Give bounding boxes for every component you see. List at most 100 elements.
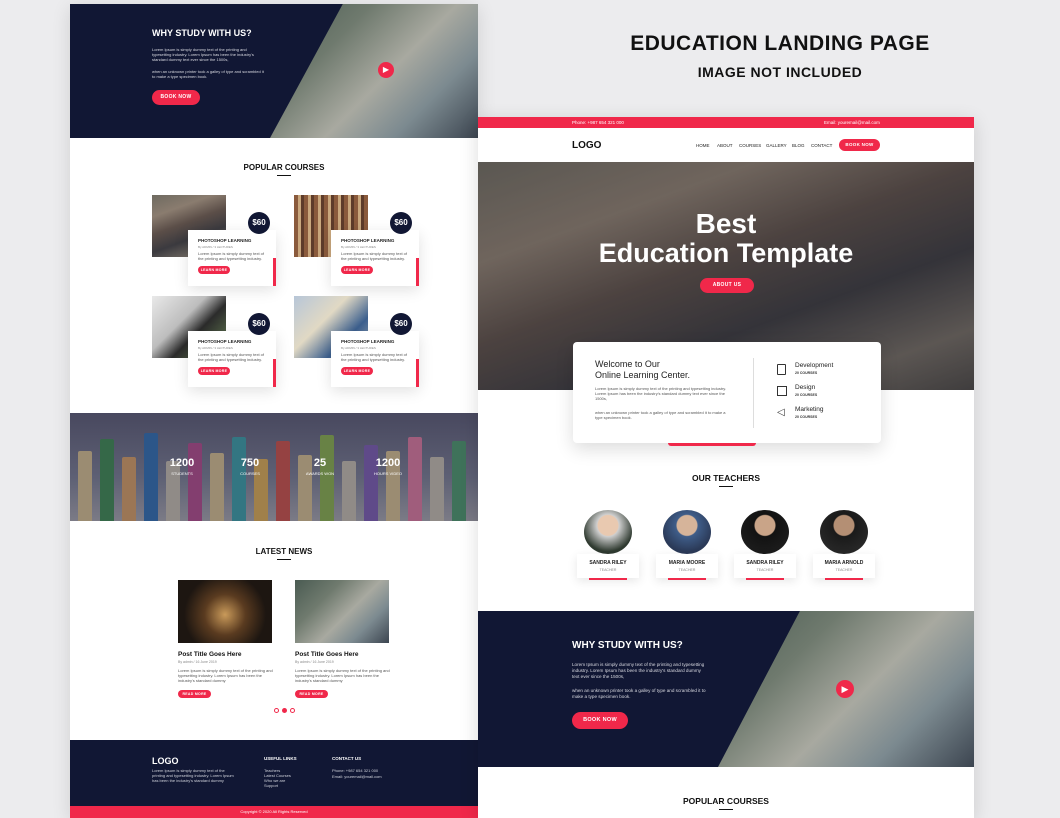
category-design[interactable]: Design 20 COURSES — [777, 384, 857, 400]
course-desc: Lorem Ipsum is simply dummy text of the … — [341, 352, 408, 362]
teacher-name: SANDRA RILEY — [746, 560, 784, 566]
welcome-title-1: Welcome to Our — [595, 359, 660, 369]
category-name: Marketing — [795, 406, 824, 413]
title-underline — [277, 559, 291, 560]
book-now-button[interactable]: BOOK NOW — [152, 90, 200, 105]
showcase-title: EDUCATION LANDING PAGE — [630, 32, 930, 55]
footer-logo: LOGO — [152, 756, 179, 766]
avatar — [741, 510, 789, 554]
footer-email[interactable]: Email: youremail@mail.com — [332, 774, 382, 779]
nav-item-blog[interactable]: BLOG — [792, 143, 805, 148]
avatar — [584, 510, 632, 554]
teacher-name: SANDRA RILEY — [589, 560, 627, 566]
news-card[interactable]: Post Title Goes Here By admin / 16 June … — [178, 580, 274, 683]
carousel-dot[interactable] — [290, 708, 295, 713]
learn-more-button[interactable]: LEARN MORE — [198, 266, 230, 274]
footer-about: Lorem Ipsum is simply dummy text of the … — [152, 768, 234, 783]
welcome-card: Welcome to Our Online Learning Center. L… — [573, 342, 881, 443]
nav-logo[interactable]: LOGO — [572, 140, 601, 151]
stat-label: STUDENTS — [171, 471, 193, 476]
course-card[interactable]: PHOTOSHOP LEARNING By ADMIN / 3 LECTURES… — [188, 331, 276, 387]
teacher-role: TEACHER — [756, 568, 774, 572]
learn-more-button[interactable]: LEARN MORE — [341, 367, 373, 375]
teacher-card[interactable]: SANDRA RILEY TEACHER — [577, 554, 639, 578]
footer-links-title: USEFUL LINKS — [264, 756, 297, 761]
title-underline — [277, 175, 291, 176]
course-name: PHOTOSHOP LEARNING — [341, 238, 395, 243]
right-page: Phone: +987 654 321 000 Email: youremail… — [478, 117, 974, 818]
teacher-role: TEACHER — [599, 568, 617, 572]
card-accent — [416, 258, 419, 286]
top-bar-phone: Phone: +987 654 321 000 — [572, 120, 624, 125]
course-meta: By ADMIN / 3 LECTURES — [198, 245, 233, 249]
nav-item-gallery[interactable]: GALLERY — [766, 143, 787, 148]
image-icon — [777, 386, 787, 396]
course-desc: Lorem Ipsum is simply dummy text of the … — [198, 352, 265, 362]
course-card[interactable]: PHOTOSHOP LEARNING By ADMIN / 3 LECTURES… — [331, 230, 419, 286]
welcome-text-2: when an unknown printer took a galley of… — [595, 410, 726, 420]
showcase-subtitle: IMAGE NOT INCLUDED — [697, 64, 863, 80]
read-more-button[interactable]: READ MORE — [178, 690, 211, 698]
stat-label: HOURS VIDEO — [373, 471, 402, 476]
course-desc: Lorem Ipsum is simply dummy text of the … — [198, 251, 265, 261]
about-us-button[interactable]: ABOUT US — [700, 278, 754, 293]
our-teachers-title: OUR TEACHERS — [691, 473, 760, 483]
avatar — [820, 510, 868, 554]
title-underline — [719, 486, 733, 487]
nav-item-courses[interactable]: COURSES — [739, 143, 761, 148]
teacher-card[interactable]: MARIA MOORE TEACHER — [656, 554, 718, 578]
learn-more-button[interactable]: LEARN MORE — [198, 367, 230, 375]
carousel-dot-active[interactable] — [282, 708, 287, 713]
news-card[interactable]: Post Title Goes Here By admin / 16 June … — [295, 580, 391, 683]
news-meta: By admin / 16 June 2019 — [178, 660, 217, 664]
course-name: PHOTOSHOP LEARNING — [198, 339, 252, 344]
footer-link[interactable]: Support — [264, 783, 278, 788]
nav-item-contact[interactable]: CONTACT — [811, 143, 832, 148]
document-icon — [777, 364, 786, 375]
top-bar: Phone: +987 654 321 000 Email: youremail… — [478, 117, 974, 128]
course-name: PHOTOSHOP LEARNING — [341, 339, 395, 344]
category-count: 20 COURSES — [795, 393, 818, 397]
play-button[interactable]: ▶ — [836, 680, 854, 698]
why-study-title: WHY STUDY WITH US? — [572, 640, 683, 651]
copyright-bar: Copyright © 2020 All Rights Reserved — [70, 806, 478, 818]
stats-section: 1200 STUDENTS 750 COURSES 25 AWARDS WON … — [70, 413, 478, 521]
book-now-button[interactable]: BOOK NOW — [572, 712, 628, 729]
stat-value: 750 — [240, 457, 260, 469]
stat-label: AWARDS WON — [305, 471, 335, 476]
nav-item-home[interactable]: HOME — [696, 143, 710, 148]
card-accent — [273, 258, 276, 286]
course-card[interactable]: PHOTOSHOP LEARNING By ADMIN / 3 LECTURES… — [188, 230, 276, 286]
stat-value: 1200 — [375, 457, 401, 469]
teacher-accent — [825, 578, 863, 580]
carousel-dot[interactable] — [274, 708, 279, 713]
course-meta: By ADMIN / 3 LECTURES — [198, 346, 233, 350]
why-study-title: WHY STUDY WITH US? — [152, 28, 252, 38]
category-marketing[interactable]: ◁ Marketing 20 COURSES — [777, 406, 857, 422]
title-underline — [719, 809, 733, 810]
play-button[interactable]: ▶ — [378, 62, 394, 78]
welcome-text-1: Lorem Ipsum is simply dummy text of the … — [595, 386, 727, 401]
stat-awards: 25 AWARDS WON — [300, 457, 340, 476]
top-bar-email[interactable]: Email: youremail@mail.com — [824, 120, 880, 125]
teacher-card[interactable]: SANDRA RILEY TEACHER — [734, 554, 796, 578]
welcome-divider — [753, 358, 754, 428]
category-development[interactable]: Development 20 COURSES — [777, 362, 857, 378]
nav-book-now-button[interactable]: BOOK NOW — [839, 139, 880, 151]
popular-courses-title: POPULAR COURSES — [683, 796, 769, 806]
teacher-role: TEACHER — [678, 568, 696, 572]
read-more-button[interactable]: READ MORE — [295, 690, 328, 698]
stat-hours: 1200 HOURS VIDEO — [368, 457, 408, 476]
news-title: Post Title Goes Here — [295, 651, 359, 658]
teacher-card[interactable]: MARIA ARNOLD TEACHER — [813, 554, 875, 578]
course-card[interactable]: PHOTOSHOP LEARNING By ADMIN / 3 LECTURES… — [331, 331, 419, 387]
course-meta: By ADMIN / 3 LECTURES — [341, 346, 376, 350]
news-title: Post Title Goes Here — [178, 651, 242, 658]
nav-item-about[interactable]: ABOUT — [717, 143, 733, 148]
category-name: Development — [795, 362, 834, 369]
desk-photo — [270, 4, 478, 138]
popular-courses-title: POPULAR COURSES — [243, 163, 325, 172]
teacher-accent — [589, 578, 627, 580]
navbar: LOGO HOME ABOUT COURSES GALLERY BLOG CON… — [478, 128, 974, 162]
learn-more-button[interactable]: LEARN MORE — [341, 266, 373, 274]
